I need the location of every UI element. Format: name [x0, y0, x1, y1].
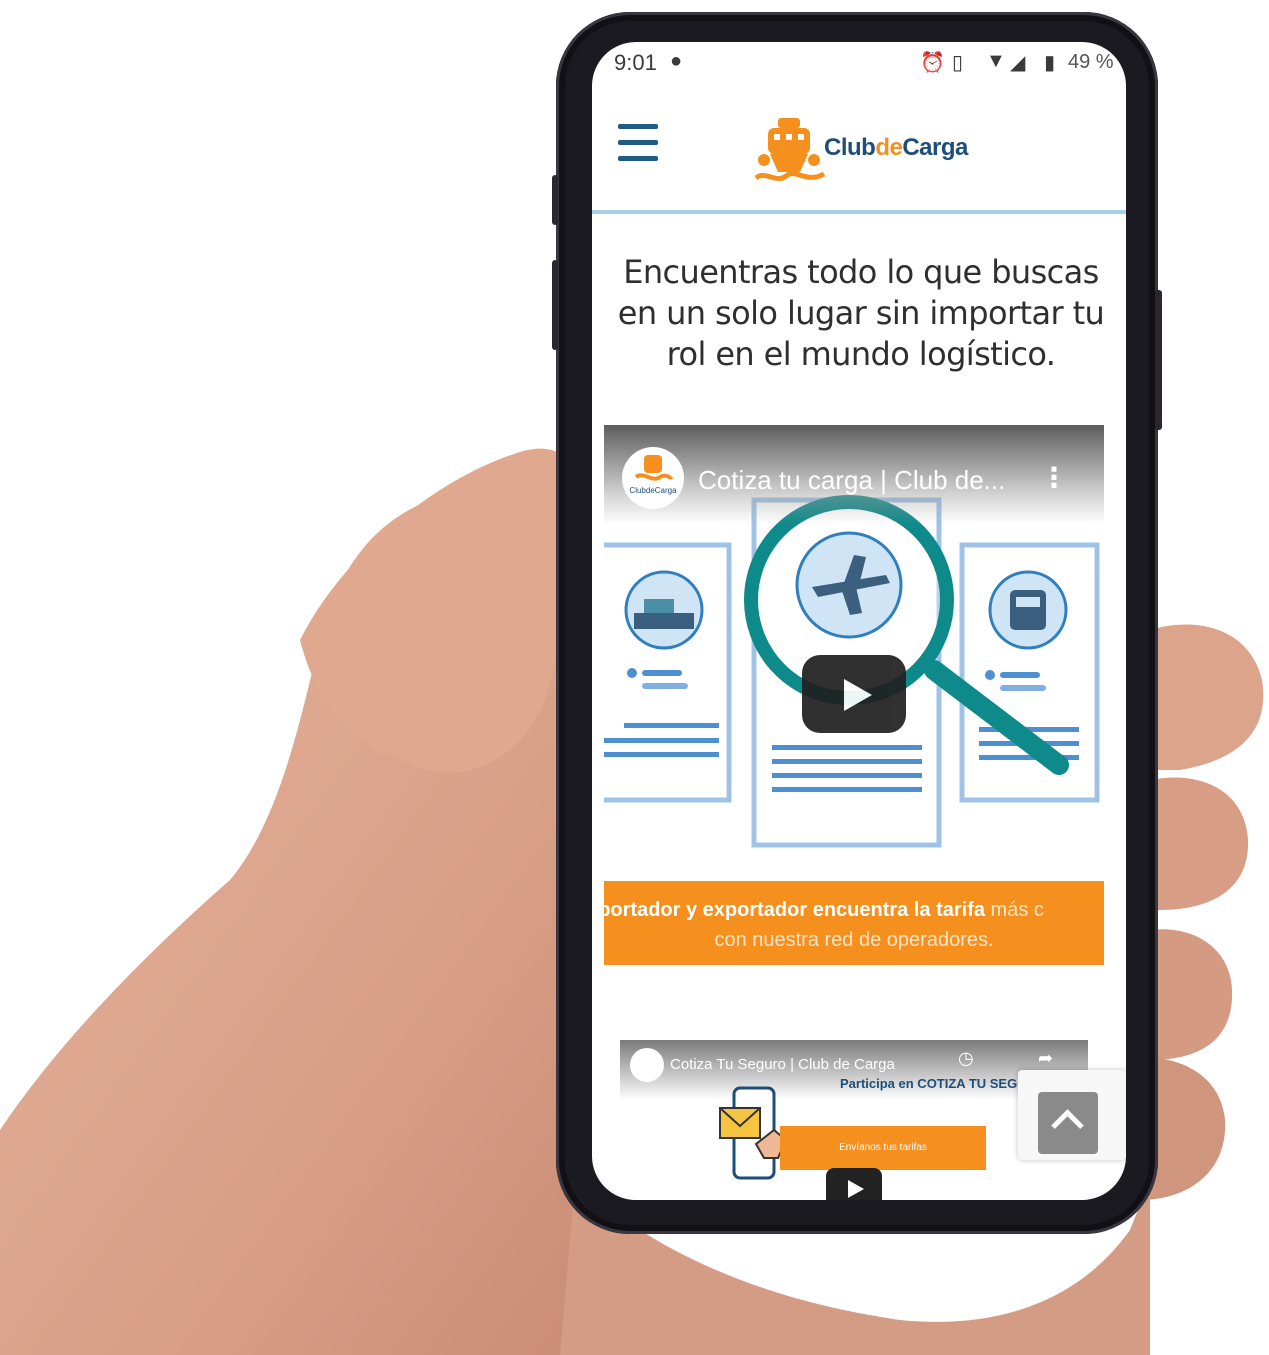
banner-line-1: nportador y exportador encuentra la tari… — [604, 899, 1044, 921]
battery-percent: 49 % — [1068, 51, 1114, 73]
svg-text:ClubdeCarga: ClubdeCarga — [629, 486, 677, 495]
volume-button — [552, 260, 558, 350]
banner-line-2: con nuestra red de operadores. — [714, 929, 994, 951]
volume-button — [552, 175, 558, 225]
channel-avatar[interactable]: ClubdeCarga — [622, 447, 684, 509]
video-caption-banner: nportador y exportador encuentra la tari… — [604, 881, 1104, 965]
recaptcha-badge — [1018, 1070, 1126, 1160]
video-player-cotiza-carga[interactable]: ClubdeCarga Cotiza tu carga | Club de...… — [604, 425, 1104, 965]
scroll-to-top-button[interactable] — [1038, 1092, 1098, 1154]
alarm-icon: ⏰ — [920, 52, 945, 74]
status-time: 9:01 — [614, 50, 657, 75]
play-button[interactable] — [802, 655, 906, 733]
video-title[interactable]: Cotiza tu carga | Club de... — [698, 465, 1005, 496]
watch-later-icon[interactable]: ◷ — [958, 1048, 974, 1069]
send-rates-button[interactable]: Envíanos tus tarifas — [780, 1126, 986, 1170]
page-headline: Encuentras todo lo que buscas en un solo… — [617, 253, 1105, 373]
play-button[interactable] — [826, 1168, 882, 1200]
ship-logo-icon: ClubdeCarga — [623, 448, 683, 508]
share-icon[interactable]: ➦ — [1038, 1048, 1053, 1069]
phone-screen: 9:01 ● ⏰ ▯ ▼ ◢ ▮ 49 % ClubdeCarga Encuen… — [592, 42, 1126, 1200]
notification-icon: ● — [670, 50, 683, 72]
ship-logo-icon — [754, 118, 826, 182]
channel-avatar[interactable] — [630, 1048, 664, 1082]
video-title[interactable]: Cotiza Tu Seguro | Club de Carga — [670, 1056, 895, 1073]
logo-wordmark: ClubdeCarga — [824, 134, 968, 161]
hamburger-menu-icon[interactable] — [618, 124, 660, 168]
header-divider — [592, 210, 1126, 214]
power-button — [1155, 290, 1162, 430]
video-subtitle: Participa en COTIZA TU SEG — [840, 1076, 1018, 1091]
wifi-icon: ▼ — [986, 50, 1006, 72]
site-logo[interactable]: ClubdeCarga — [750, 112, 968, 192]
status-bar: 9:01 ● ⏰ ▯ ▼ ◢ ▮ 49 % — [592, 42, 1126, 84]
signal-icon: ◢ — [1010, 52, 1026, 74]
vibrate-icon: ▯ — [952, 52, 964, 74]
more-options-icon[interactable]: ⋮ — [1040, 461, 1068, 494]
battery-icon: ▮ — [1044, 52, 1056, 74]
